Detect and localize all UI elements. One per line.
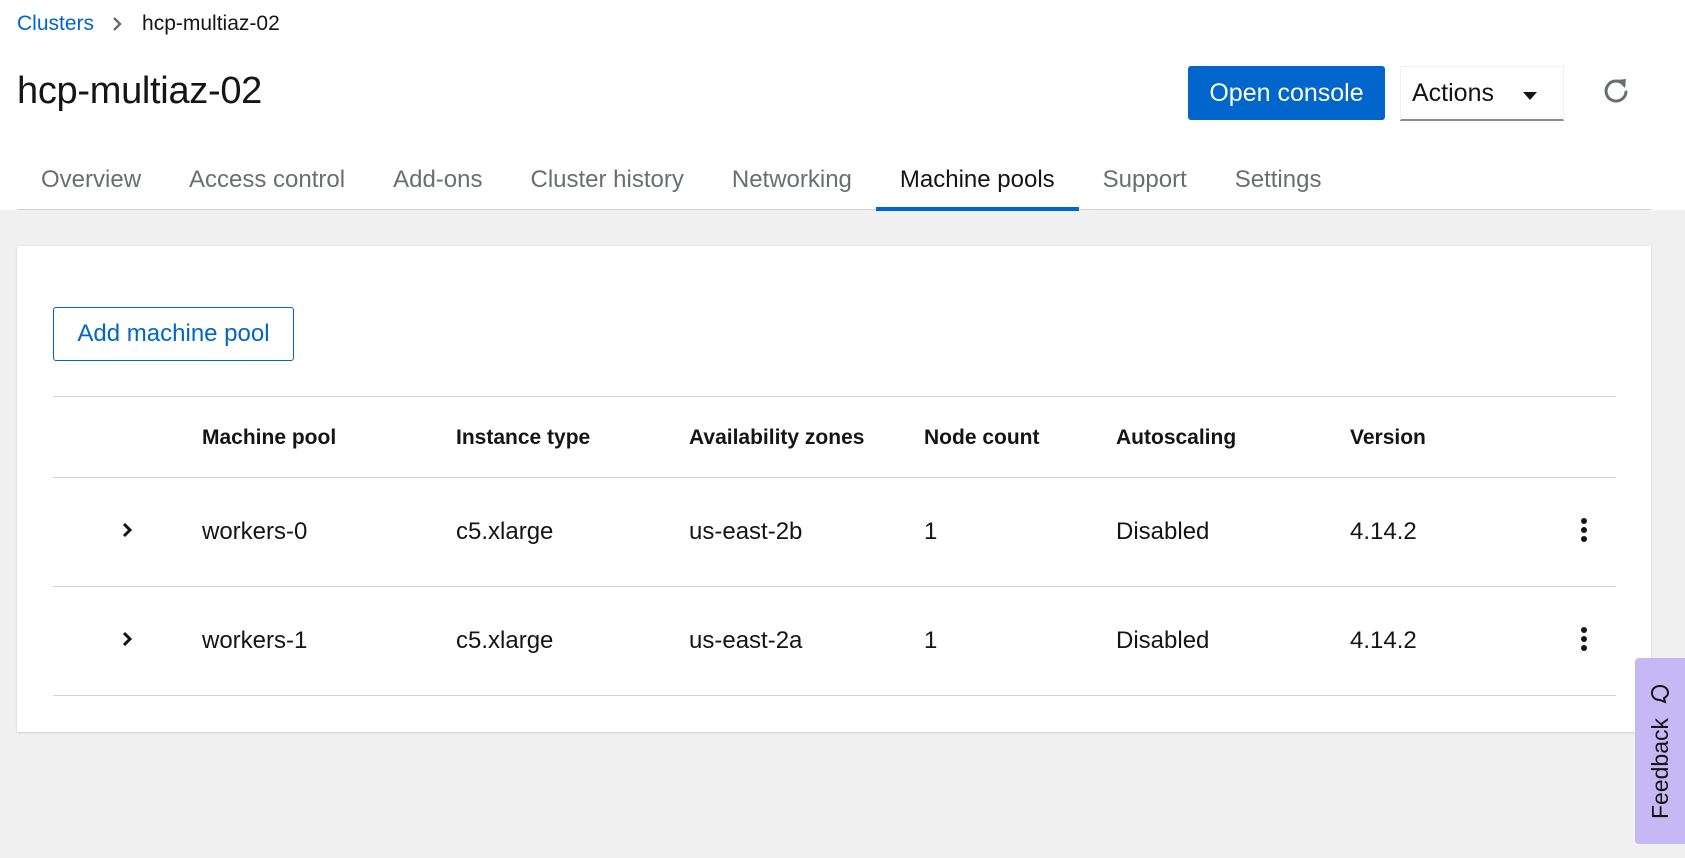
row-expand-toggle[interactable] — [109, 623, 145, 659]
table-header: Machine pool Instance type Availability … — [53, 397, 1616, 478]
page-header: Clusters hcp-multiaz-02 hcp-multiaz-02 O… — [0, 0, 1685, 211]
chevron-right-icon — [121, 522, 133, 543]
feedback-button[interactable]: Feedback — [1635, 658, 1685, 844]
table-row: workers-0 c5.xlarge us-east-2b 1 Disable… — [53, 478, 1616, 587]
tab-overview[interactable]: Overview — [17, 150, 165, 210]
cell-node-count: 1 — [924, 518, 938, 545]
tab-settings[interactable]: Settings — [1211, 150, 1346, 210]
cell-availability-zones: us-east-2b — [689, 518, 803, 545]
tab-access-control[interactable]: Access control — [165, 150, 369, 210]
column-header-instance-type[interactable]: Instance type — [456, 397, 590, 478]
refresh-icon — [1602, 76, 1630, 109]
column-header-machine-pool[interactable]: Machine pool — [202, 397, 336, 478]
cell-version: 4.14.2 — [1350, 518, 1417, 545]
chevron-right-icon — [112, 17, 122, 31]
cell-autoscaling: Disabled — [1116, 627, 1210, 654]
cell-instance-type: c5.xlarge — [456, 518, 554, 545]
actions-dropdown[interactable]: Actions — [1400, 66, 1564, 121]
cell-version: 4.14.2 — [1350, 627, 1417, 654]
column-header-autoscaling[interactable]: Autoscaling — [1116, 397, 1236, 478]
cluster-tabs: Overview Access control Add-ons Cluster … — [17, 150, 1651, 211]
cell-node-count: 1 — [924, 627, 938, 654]
tab-machine-pools[interactable]: Machine pools — [875, 150, 1079, 211]
caret-down-icon — [1522, 79, 1538, 108]
tab-networking[interactable]: Networking — [708, 150, 876, 210]
tab-cluster-history[interactable]: Cluster history — [506, 150, 707, 210]
machine-pools-table: Machine pool Instance type Availability … — [53, 396, 1616, 696]
feedback-label: Feedback — [1646, 717, 1673, 819]
table-row: workers-1 c5.xlarge us-east-2a 1 Disable… — [53, 587, 1616, 696]
machine-pools-card: Add machine pool Machine pool Instance t… — [17, 246, 1651, 732]
tab-support[interactable]: Support — [1079, 150, 1211, 210]
cell-instance-type: c5.xlarge — [456, 627, 554, 654]
refresh-button[interactable] — [1598, 74, 1634, 110]
cell-availability-zones: us-east-2a — [689, 627, 803, 654]
column-header-version[interactable]: Version — [1350, 397, 1426, 478]
chevron-right-icon — [121, 631, 133, 652]
chat-icon — [1649, 683, 1671, 710]
row-expand-toggle[interactable] — [109, 514, 145, 550]
page-title: hcp-multiaz-02 — [17, 70, 263, 112]
row-actions-menu[interactable] — [1564, 621, 1604, 661]
column-header-node-count[interactable]: Node count — [924, 397, 1040, 478]
add-machine-pool-button[interactable]: Add machine pool — [53, 307, 294, 361]
cell-machine-pool: workers-0 — [202, 518, 308, 545]
tab-add-ons[interactable]: Add-ons — [369, 150, 506, 210]
column-header-availability-zones[interactable]: Availability zones — [689, 397, 864, 478]
breadcrumb-current: hcp-multiaz-02 — [142, 12, 280, 35]
kebab-icon — [1580, 626, 1588, 657]
open-console-button[interactable]: Open console — [1188, 66, 1385, 120]
row-actions-menu[interactable] — [1564, 512, 1604, 552]
cell-autoscaling: Disabled — [1116, 518, 1210, 545]
breadcrumb: Clusters hcp-multiaz-02 — [17, 12, 280, 36]
cell-machine-pool: workers-1 — [202, 627, 308, 654]
actions-label: Actions — [1412, 78, 1494, 107]
kebab-icon — [1580, 517, 1588, 548]
breadcrumb-clusters-link[interactable]: Clusters — [17, 12, 94, 36]
